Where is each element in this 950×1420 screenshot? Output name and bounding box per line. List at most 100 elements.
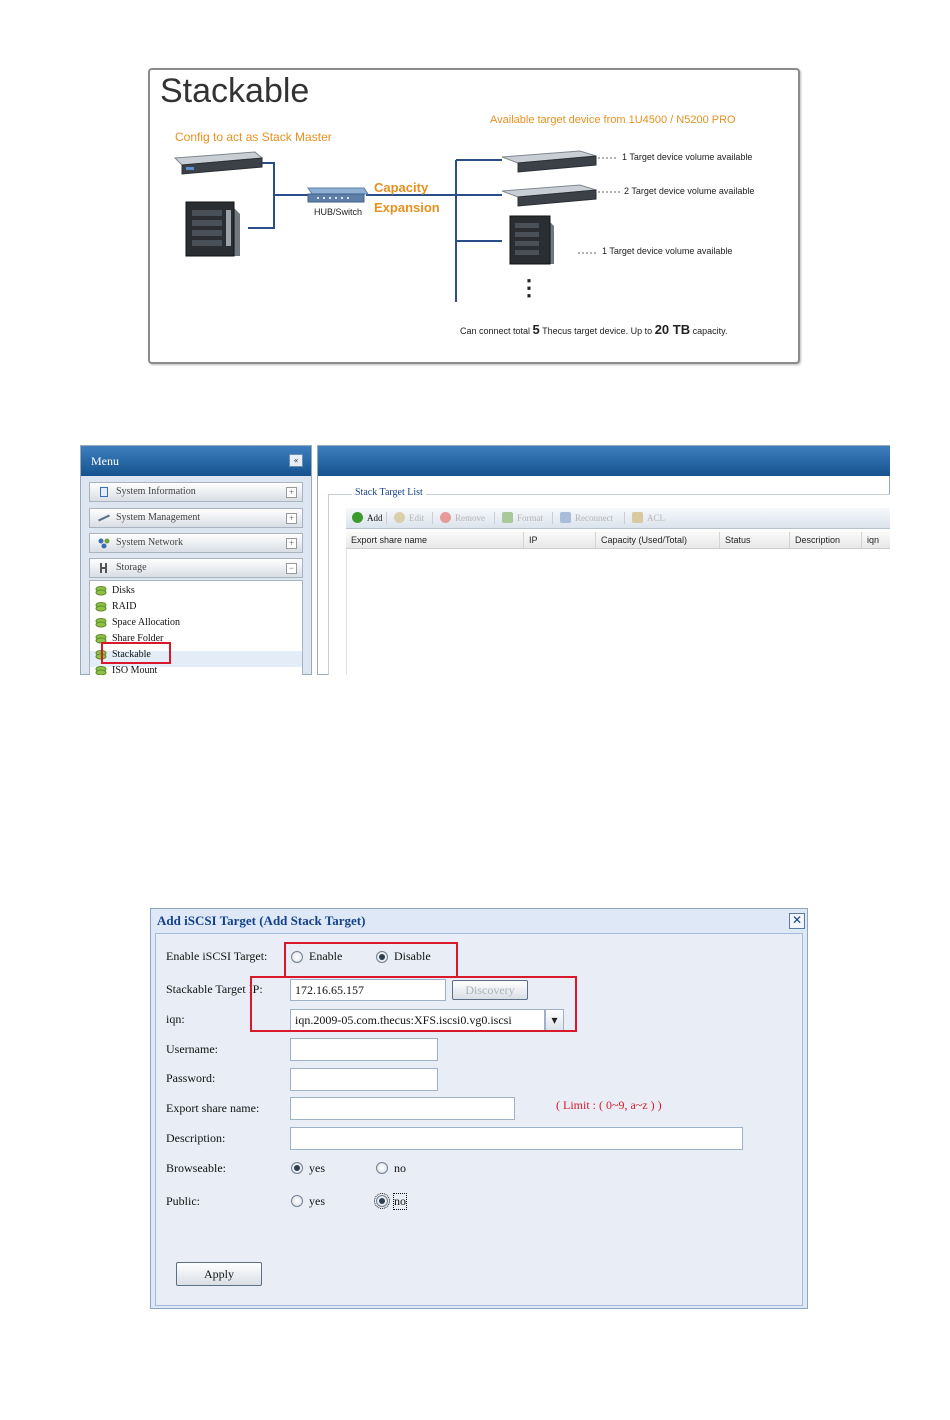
- diagram-title: Stackable: [160, 72, 310, 110]
- hub-label: HUB/Switch: [314, 207, 363, 217]
- remove-icon: [440, 512, 451, 523]
- apply-button[interactable]: Apply: [176, 1262, 262, 1286]
- available-label: Available target device from 1U4500 / N5…: [490, 114, 736, 126]
- edit-button[interactable]: Edit: [394, 511, 424, 525]
- grid-header: Export share name IP Capacity (Used/Tota…: [346, 532, 890, 549]
- stackable-highlight-box: [101, 642, 171, 664]
- public-label: Public:: [166, 1194, 201, 1208]
- description-field[interactable]: [290, 1127, 743, 1150]
- edit-label: Edit: [409, 513, 424, 523]
- dialog-body: Enable iSCSI Target: Enable Disable Stac…: [155, 933, 803, 1306]
- format-icon: [502, 512, 513, 523]
- bottom-summary: Can connect total 5 Thecus target device…: [460, 322, 727, 337]
- network-icon: [98, 538, 110, 549]
- target-3-label: 1 Target device volume available: [602, 246, 733, 256]
- target-rack-device-2: [501, 184, 597, 207]
- password-label: Password:: [166, 1071, 216, 1085]
- more-dots: ⋮: [518, 275, 540, 300]
- acl-icon: [632, 512, 643, 523]
- bottom-num-devices: 5: [532, 322, 540, 337]
- menu-system-management[interactable]: System Management +: [89, 508, 303, 528]
- target-2-label: 2 Target device volume available: [624, 186, 755, 196]
- export-share-name-label: Export share name:: [166, 1101, 260, 1115]
- dialog-title: Add iSCSI Target (Add Stack Target): [157, 913, 366, 928]
- expand-icon[interactable]: +: [286, 513, 297, 524]
- hub-switch-device: [307, 187, 369, 203]
- menu-label: System Network: [116, 537, 183, 548]
- disk-stack-icon: [95, 618, 107, 628]
- col-status[interactable]: Status: [720, 532, 790, 548]
- export-share-name-field[interactable]: [290, 1097, 515, 1120]
- format-button[interactable]: Format: [502, 511, 543, 525]
- expand-icon[interactable]: +: [286, 538, 297, 549]
- disk-stack-icon: [95, 602, 107, 612]
- browseable-no-radio[interactable]: [376, 1162, 388, 1174]
- menu-storage[interactable]: Storage −: [89, 558, 303, 578]
- stackable-diagram: Stackable Config to act as Stack Master …: [148, 68, 800, 364]
- bottom-text-c: capacity.: [690, 326, 728, 336]
- wrench-icon: [98, 514, 110, 522]
- add-icon: [352, 512, 363, 523]
- edit-icon: [394, 512, 405, 523]
- grid-body: [346, 549, 890, 675]
- public-yes-radio[interactable]: [291, 1195, 303, 1207]
- target-rack-device-1: [501, 150, 597, 173]
- remove-button[interactable]: Remove: [440, 511, 485, 525]
- disk-stack-icon: [95, 666, 107, 675]
- browseable-yes-radio[interactable]: [291, 1162, 303, 1174]
- username-field[interactable]: [290, 1038, 438, 1061]
- submenu-label: RAID: [112, 601, 137, 612]
- menu-title: Menu: [91, 454, 119, 468]
- password-field[interactable]: [290, 1068, 438, 1091]
- menu-panel: Menu « System Information + System Manag…: [80, 445, 312, 675]
- submenu-label: Space Allocation: [112, 617, 181, 628]
- public-yes-label: yes: [309, 1194, 325, 1208]
- enable-iscsi-label: Enable iSCSI Target:: [166, 949, 268, 963]
- reconnect-label: Reconnect: [575, 513, 613, 523]
- col-export-share-name[interactable]: Export share name: [346, 532, 524, 548]
- reconnect-icon: [560, 512, 571, 523]
- iqn-label: iqn:: [166, 1012, 185, 1026]
- master-tower-device: [185, 201, 240, 257]
- add-button[interactable]: Add: [352, 511, 383, 525]
- remove-label: Remove: [455, 513, 485, 523]
- col-description[interactable]: Description: [790, 532, 862, 548]
- col-ip[interactable]: IP: [524, 532, 596, 548]
- expand-icon[interactable]: +: [286, 487, 297, 498]
- menu-system-network[interactable]: System Network +: [89, 533, 303, 553]
- col-capacity[interactable]: Capacity (Used/Total): [596, 532, 720, 548]
- disk-stack-icon: [95, 586, 107, 596]
- collapse-icon[interactable]: «: [289, 454, 303, 467]
- browseable-label: Browseable:: [166, 1161, 226, 1175]
- bottom-num-capacity: 20 TB: [654, 322, 691, 337]
- stack-target-list-title: Stack Target List: [352, 487, 426, 498]
- collapse-storage-icon[interactable]: −: [286, 563, 297, 574]
- menu-label: System Management: [116, 512, 201, 523]
- menu-label: Storage: [116, 562, 147, 573]
- submenu-label: ISO Mount: [112, 665, 158, 675]
- submenu-iso-mount[interactable]: ISO Mount: [95, 663, 157, 675]
- menu-label: System Information: [116, 486, 196, 497]
- bottom-text-a: Can connect total: [460, 326, 533, 336]
- add-label: Add: [367, 513, 383, 523]
- toolbar-separator: [552, 512, 553, 524]
- submenu-disks[interactable]: Disks: [95, 583, 135, 599]
- submenu-raid[interactable]: RAID: [95, 599, 136, 615]
- stackable-target-ip-label: Stackable Target IP:: [166, 982, 263, 996]
- limit-hint: ( Limit : ( 0~9, a~z ) ): [556, 1098, 662, 1112]
- col-iqn[interactable]: iqn: [862, 532, 890, 548]
- browseable-yes-label: yes: [309, 1161, 325, 1175]
- content-header: [318, 446, 890, 476]
- menu-system-information[interactable]: System Information +: [89, 482, 303, 502]
- close-icon[interactable]: ✕: [789, 913, 805, 929]
- format-label: Format: [517, 513, 543, 523]
- bottom-text-b: Thecus target device. Up to: [539, 326, 655, 336]
- reconnect-button[interactable]: Reconnect: [560, 511, 613, 525]
- menu-header: Menu «: [81, 446, 311, 476]
- public-no-radio[interactable]: [374, 1193, 390, 1209]
- toolbar-separator: [494, 512, 495, 524]
- capacity-expansion-label: Capacity Expansion: [374, 178, 440, 218]
- acl-button[interactable]: ACL: [632, 511, 665, 525]
- target-highlight-box: [250, 976, 577, 1032]
- submenu-space-allocation[interactable]: Space Allocation: [95, 615, 180, 631]
